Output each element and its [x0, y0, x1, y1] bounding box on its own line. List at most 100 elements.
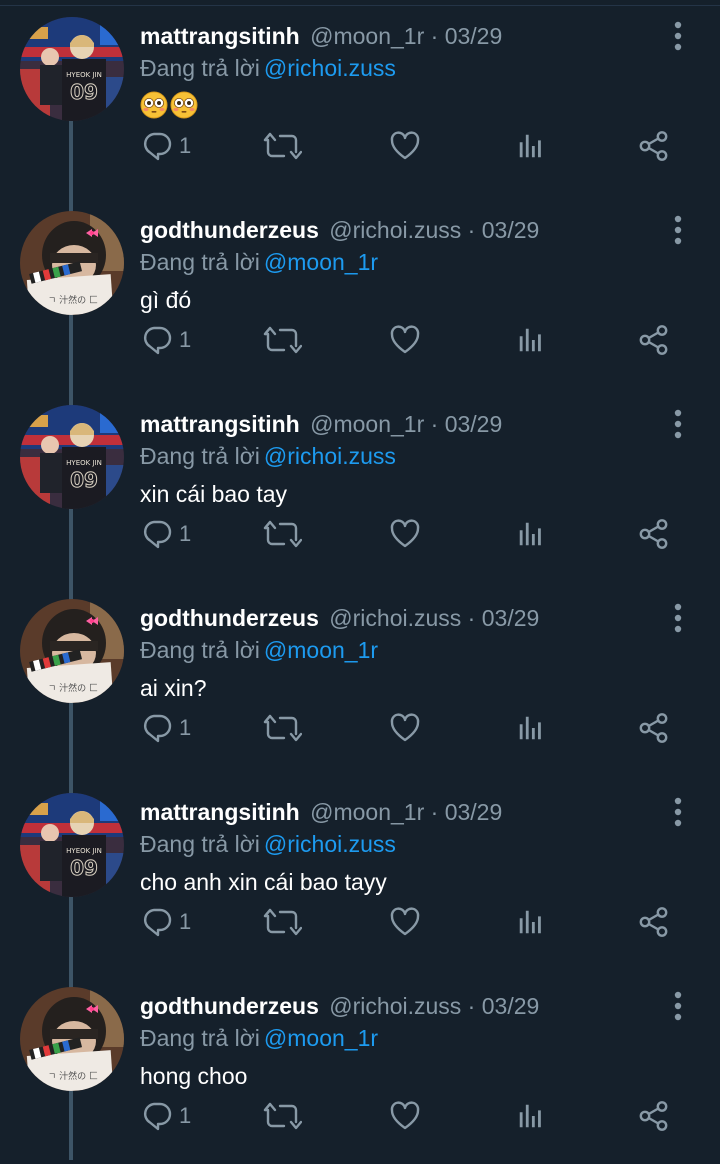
separator-dot: · [467, 993, 482, 1019]
share-icon [638, 712, 670, 744]
more-vertical-icon [664, 794, 692, 830]
mention-link[interactable]: @richoi.zuss [264, 443, 396, 469]
mention-link[interactable]: @richoi.zuss [264, 831, 396, 857]
user-handle[interactable]: @richoi.zuss [329, 605, 461, 631]
retweet-button[interactable] [262, 1098, 302, 1134]
stats-button[interactable] [516, 904, 546, 940]
tweet[interactable]: godthunderzeus @richoi.zuss · 03/29 Đang… [0, 582, 720, 776]
more-options-button[interactable] [664, 988, 692, 1024]
share-button[interactable] [638, 710, 670, 746]
share-button[interactable] [638, 1098, 670, 1134]
separator-dot: · [430, 23, 445, 49]
reply-button[interactable]: 1 [141, 322, 191, 358]
reply-count: 1 [179, 521, 192, 546]
display-name[interactable]: godthunderzeus [140, 993, 319, 1019]
share-icon [638, 518, 670, 550]
replying-to: Đang trả lời @richoi.zuss [140, 440, 396, 472]
tweet-text [140, 88, 200, 124]
user-handle[interactable]: @moon_1r [310, 411, 424, 437]
retweet-button[interactable] [262, 904, 302, 940]
tweet[interactable]: godthunderzeus @richoi.zuss · 03/29 Đang… [0, 194, 720, 388]
more-options-button[interactable] [664, 18, 692, 54]
avatar[interactable] [20, 793, 124, 897]
more-options-button[interactable] [664, 212, 692, 248]
tweet-date[interactable]: 03/29 [445, 799, 503, 825]
display-name[interactable]: mattrangsitinh [140, 23, 300, 49]
more-vertical-icon [664, 18, 692, 54]
tweet[interactable]: mattrangsitinh @moon_1r · 03/29 Đang trả… [0, 0, 720, 194]
like-button[interactable] [389, 322, 421, 358]
reply-button[interactable]: 1 [141, 904, 191, 940]
stats-button[interactable] [516, 516, 546, 552]
stats-button[interactable] [516, 1098, 546, 1134]
tweet-date[interactable]: 03/29 [482, 605, 540, 631]
avatar[interactable] [20, 405, 124, 509]
tweet[interactable]: godthunderzeus @richoi.zuss · 03/29 Đang… [0, 970, 720, 1164]
user-handle[interactable]: @richoi.zuss [329, 993, 461, 1019]
heart-icon [389, 130, 421, 162]
display-name[interactable]: mattrangsitinh [140, 411, 300, 437]
retweet-button[interactable] [262, 322, 302, 358]
user-handle[interactable]: @moon_1r [310, 799, 424, 825]
stats-button[interactable] [516, 710, 546, 746]
share-icon [638, 130, 670, 162]
tweet-date[interactable]: 03/29 [445, 23, 503, 49]
reply-button[interactable]: 1 [141, 516, 191, 552]
tweet[interactable]: mattrangsitinh @moon_1r · 03/29 Đang trả… [0, 388, 720, 582]
tweet-date[interactable]: 03/29 [482, 217, 540, 243]
more-options-button[interactable] [664, 406, 692, 442]
share-button[interactable] [638, 128, 670, 164]
share-icon [638, 1100, 670, 1132]
display-name[interactable]: godthunderzeus [140, 605, 319, 631]
like-button[interactable] [389, 516, 421, 552]
stats-icon [516, 130, 546, 162]
display-name[interactable]: godthunderzeus [140, 217, 319, 243]
like-button[interactable] [389, 1098, 421, 1134]
replying-to: Đang trả lời @moon_1r [140, 1022, 378, 1054]
retweet-button[interactable] [262, 710, 302, 746]
avatar[interactable] [20, 599, 124, 703]
retweet-button[interactable] [262, 128, 302, 164]
more-vertical-icon [664, 988, 692, 1024]
reply-button[interactable]: 1 [141, 1098, 191, 1134]
like-button[interactable] [389, 710, 421, 746]
like-button[interactable] [389, 128, 421, 164]
stats-button[interactable] [516, 322, 546, 358]
heart-icon [389, 712, 421, 744]
tweet-text: gì đó [140, 287, 192, 313]
tweet-date[interactable]: 03/29 [482, 993, 540, 1019]
share-button[interactable] [638, 904, 670, 940]
more-vertical-icon [664, 212, 692, 248]
flushed-face-emoji-icon [140, 91, 168, 119]
stats-button[interactable] [516, 128, 546, 164]
avatar[interactable] [20, 17, 124, 121]
mention-link[interactable]: @moon_1r [264, 637, 378, 663]
retweet-icon [262, 518, 302, 550]
user-handle[interactable]: @richoi.zuss [329, 217, 461, 243]
share-icon [638, 906, 670, 938]
mention-link[interactable]: @moon_1r [264, 249, 378, 275]
retweet-icon [262, 1100, 302, 1132]
tweet-date[interactable]: 03/29 [445, 411, 503, 437]
avatar[interactable] [20, 211, 124, 315]
separator-dot: · [467, 217, 482, 243]
retweet-button[interactable] [262, 516, 302, 552]
reply-count: 1 [179, 327, 192, 352]
stats-icon [516, 1100, 546, 1132]
mention-link[interactable]: @richoi.zuss [264, 55, 396, 81]
share-button[interactable] [638, 322, 670, 358]
user-handle[interactable]: @moon_1r [310, 23, 424, 49]
display-name[interactable]: mattrangsitinh [140, 799, 300, 825]
reply-button[interactable]: 1 [141, 710, 191, 746]
like-button[interactable] [389, 904, 421, 940]
more-options-button[interactable] [664, 794, 692, 830]
share-button[interactable] [638, 516, 670, 552]
avatar[interactable] [20, 987, 124, 1091]
replying-to: Đang trả lời @richoi.zuss [140, 52, 396, 84]
reply-icon [141, 1100, 173, 1132]
heart-icon [389, 324, 421, 356]
reply-button[interactable]: 1 [141, 128, 191, 164]
mention-link[interactable]: @moon_1r [264, 1025, 378, 1051]
more-options-button[interactable] [664, 600, 692, 636]
tweet[interactable]: mattrangsitinh @moon_1r · 03/29 Đang trả… [0, 776, 720, 970]
